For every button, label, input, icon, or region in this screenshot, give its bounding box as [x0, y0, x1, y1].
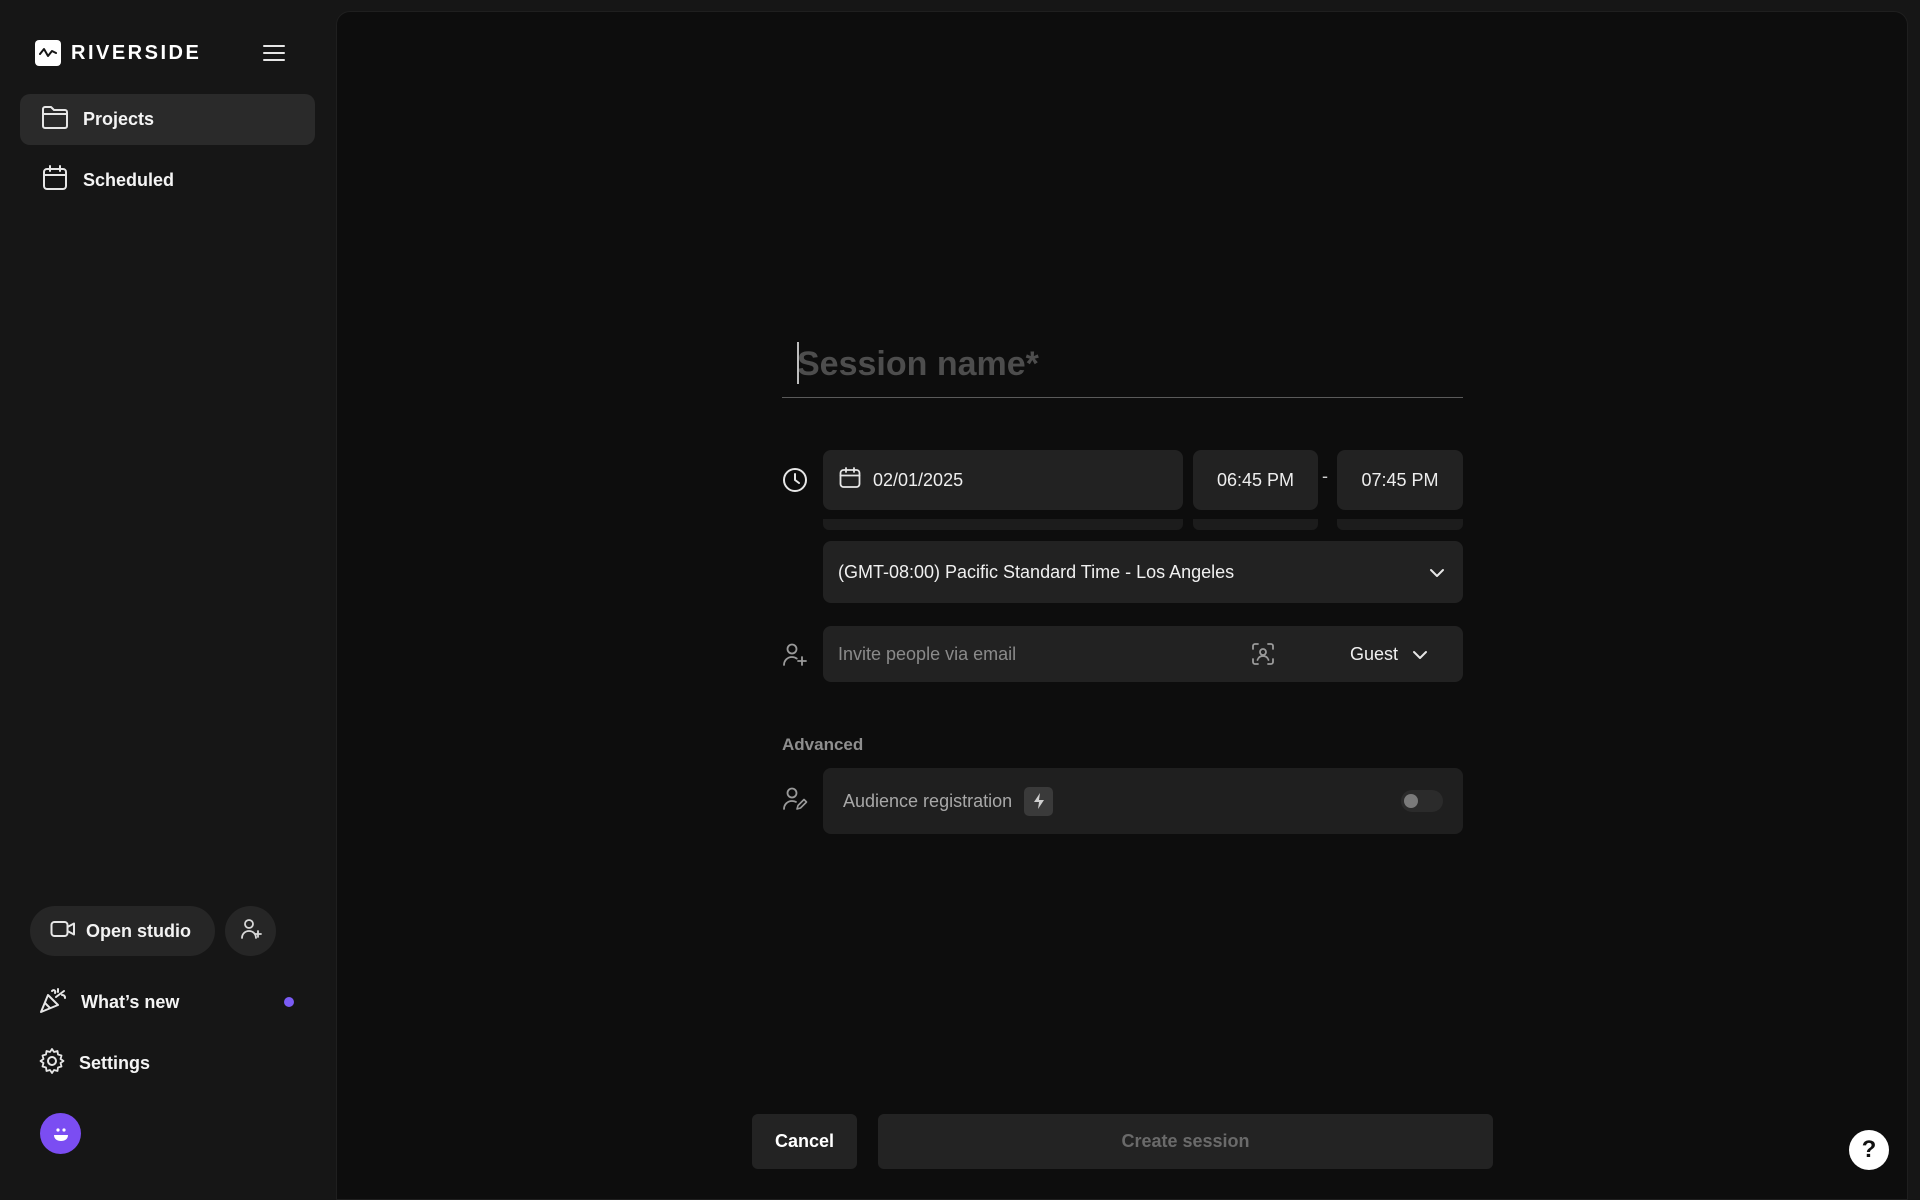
timezone-value: (GMT-08:00) Pacific Standard Time - Los … — [838, 561, 1235, 582]
hamburger-menu-icon[interactable] — [258, 38, 290, 68]
contact-scan-icon[interactable] — [1251, 642, 1275, 671]
user-plus-icon — [239, 917, 263, 946]
video-camera-icon — [50, 920, 76, 943]
text-caret — [797, 342, 799, 384]
party-popper-icon — [38, 985, 68, 1020]
start-time-picker[interactable]: 06:45 PM — [1193, 450, 1318, 510]
gear-icon — [38, 1047, 66, 1080]
settings-button[interactable]: Settings — [38, 1046, 150, 1080]
brand-logo[interactable]: RIVERSIDE — [35, 40, 201, 66]
invite-member-button[interactable] — [225, 906, 276, 956]
calendar-icon — [838, 466, 862, 495]
field-shadow — [1337, 519, 1463, 530]
avatar[interactable] — [40, 1113, 81, 1154]
whats-new-button[interactable]: What’s new — [38, 985, 179, 1019]
sidebar-item-scheduled[interactable]: Scheduled — [20, 155, 315, 206]
start-time-value: 06:45 PM — [1216, 469, 1295, 490]
date-value: 02/01/2025 — [873, 469, 964, 490]
clock-icon — [782, 467, 808, 498]
settings-label: Settings — [79, 1052, 151, 1073]
riverside-logo-icon — [35, 40, 61, 66]
session-name-input[interactable] — [782, 342, 1463, 386]
field-shadow — [1193, 519, 1318, 530]
lightning-bolt-icon — [1024, 786, 1054, 816]
session-name-field[interactable] — [782, 342, 1463, 398]
chevron-down-icon — [1429, 562, 1445, 583]
notification-dot — [284, 997, 294, 1007]
invite-field: Guest — [823, 626, 1463, 682]
role-value: Guest — [1350, 643, 1399, 664]
sidebar-item-label: Scheduled — [83, 170, 175, 190]
calendar-icon — [41, 164, 69, 197]
date-picker[interactable]: 02/01/2025 — [823, 450, 1183, 510]
role-select[interactable]: Guest — [1350, 626, 1428, 682]
whats-new-label: What’s new — [81, 991, 180, 1012]
field-shadow — [823, 519, 1183, 530]
chevron-down-icon — [1412, 644, 1428, 665]
audience-registration-label: Audience registration — [843, 790, 1013, 811]
timezone-select[interactable]: (GMT-08:00) Pacific Standard Time - Los … — [823, 541, 1463, 603]
folder-icon — [41, 104, 69, 135]
time-separator: - — [1322, 466, 1328, 486]
sidebar: RIVERSIDE Projects Scheduled Open studio… — [0, 0, 336, 1200]
user-edit-icon — [782, 786, 808, 817]
cancel-button[interactable]: Cancel — [752, 1114, 857, 1169]
brand-name: RIVERSIDE — [71, 41, 202, 64]
help-button[interactable]: ? — [1849, 1130, 1889, 1170]
open-studio-label: Open studio — [86, 920, 191, 941]
toggle-knob — [1404, 794, 1418, 808]
user-plus-icon — [782, 642, 808, 673]
create-session-button[interactable]: Create session — [878, 1114, 1493, 1169]
advanced-section-label: Advanced — [782, 735, 864, 754]
end-time-value: 07:45 PM — [1361, 469, 1439, 490]
sidebar-item-label: Projects — [83, 109, 155, 129]
open-studio-button[interactable]: Open studio — [30, 906, 215, 956]
audience-registration-toggle[interactable] — [1401, 790, 1443, 812]
audience-registration-row: Audience registration — [823, 768, 1463, 834]
end-time-picker[interactable]: 07:45 PM — [1337, 450, 1463, 510]
main-panel — [336, 11, 1908, 1200]
invite-email-input[interactable] — [838, 626, 1238, 682]
sidebar-item-projects[interactable]: Projects — [20, 94, 315, 145]
